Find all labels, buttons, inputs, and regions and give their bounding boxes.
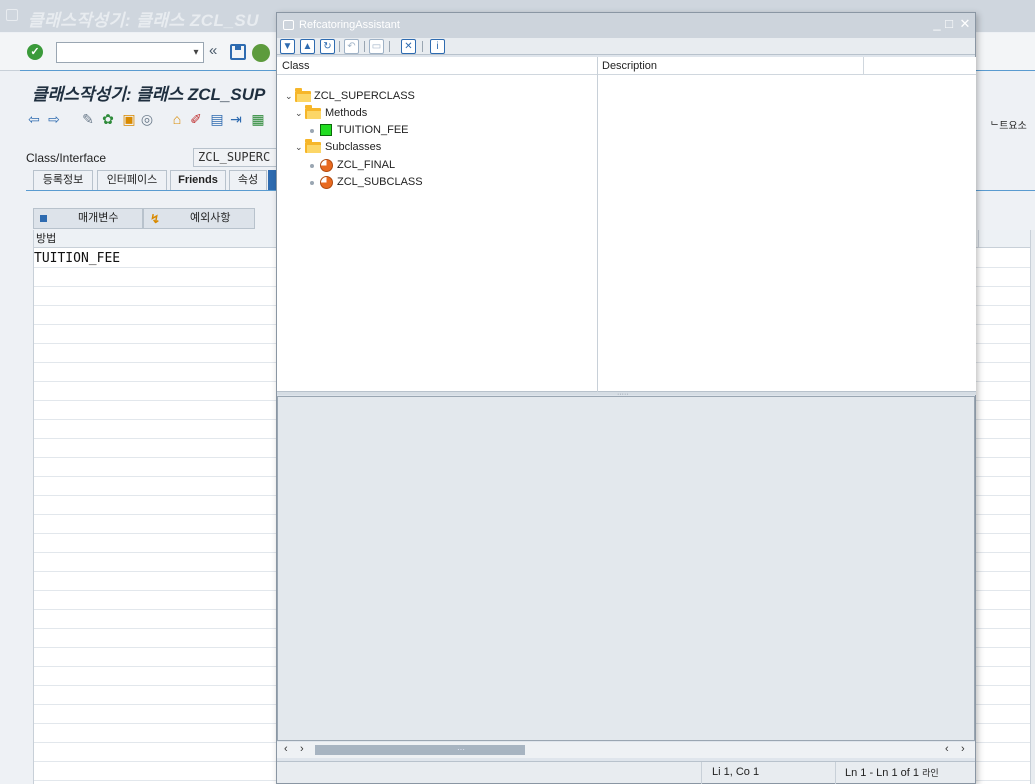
- folder-open-icon: [295, 88, 311, 102]
- chevron-down-icon[interactable]: ⌄: [295, 139, 305, 156]
- column-divider: [597, 57, 598, 392]
- tab-friends[interactable]: Friends: [170, 170, 226, 190]
- collapse-all-icon[interactable]: ▲: [300, 39, 315, 54]
- line-count-text: Ln 1 - Ln 1 of 1: [845, 767, 919, 779]
- scroll-right-icon[interactable]: ›: [300, 743, 304, 755]
- command-field[interactable]: [56, 42, 204, 63]
- column-divider: [863, 57, 864, 75]
- dialog-toolbar: ▼ ▲ ↻ ↶ ▭ ✕ i: [277, 38, 975, 55]
- pencil-icon[interactable]: ✐: [188, 111, 204, 127]
- parameters-icon: [40, 215, 47, 222]
- tab-properties[interactable]: 등록정보: [33, 170, 93, 190]
- divider: [835, 762, 836, 784]
- folder-open-icon: [305, 139, 321, 153]
- tab-attributes[interactable]: 속성: [229, 170, 267, 190]
- page-title: 클래스작성기: 클래스 ZCL_SUP: [32, 85, 266, 104]
- grip-icon: ···: [457, 745, 465, 754]
- back-arrow-icon[interactable]: ⇦: [26, 111, 42, 127]
- tree-node-label: Methods: [325, 107, 368, 119]
- scrollbar-thumb[interactable]: ···: [315, 745, 525, 755]
- exceptions-button[interactable]: ↯ 예외사항: [143, 208, 255, 229]
- column-header: [978, 230, 1035, 248]
- tree-node-label: ZCL_SUBCLASS: [337, 176, 423, 188]
- check-object-icon[interactable]: ✿: [100, 111, 116, 127]
- divider: [701, 762, 702, 784]
- activate-icon[interactable]: ▣: [121, 111, 137, 127]
- info-icon[interactable]: i: [430, 39, 445, 54]
- main-window-title: 클래스작성기: 클래스 ZCL_SU: [28, 11, 259, 30]
- dialog-title: RefcatoringAssistant: [299, 19, 400, 31]
- folder-open-icon: [305, 105, 321, 119]
- class-tree: Class Description ⌄ ZCL_SUPERCLASS ⌄ Met…: [277, 57, 976, 392]
- column-header-description[interactable]: Description: [602, 57, 657, 75]
- save-icon[interactable]: ▭: [369, 39, 384, 54]
- toolbar-separator: [364, 41, 365, 52]
- status-bar: Li 1, Co 1 Ln 1 - Ln 1 of 1 라인: [277, 761, 975, 784]
- window-icon: [283, 20, 294, 30]
- elements-label: ᄂ트요소: [990, 121, 1027, 132]
- tree-node-label: ZCL_FINAL: [337, 159, 396, 171]
- window-icon: [6, 9, 18, 21]
- toolbar-separator: [389, 41, 390, 52]
- tab-interfaces[interactable]: 인터페이스: [97, 170, 167, 190]
- dialog-title-bar[interactable]: RefcatoringAssistant _ □ ✕: [277, 13, 975, 38]
- column-header-method: 방법: [36, 233, 57, 245]
- cursor-position: Li 1, Co 1: [712, 766, 760, 778]
- forward-arrow-icon[interactable]: ⇨: [46, 111, 62, 127]
- display-object-icon[interactable]: ▤: [209, 111, 225, 127]
- tree-node-label: TUITION_FEE: [337, 124, 409, 136]
- bullet-icon: [310, 129, 314, 133]
- tree-header: Class Description: [277, 57, 976, 75]
- column-header-class[interactable]: Class: [282, 57, 310, 75]
- toolbar-separator: [422, 41, 423, 52]
- chevron-down-icon[interactable]: ⌄: [295, 105, 305, 122]
- chevron-down-icon[interactable]: ⌄: [285, 88, 295, 105]
- class-interface-field[interactable]: ZCL_SUPERC: [193, 148, 277, 167]
- method-buttons: 매개변수 ↯ 예외사항: [33, 208, 278, 229]
- scroll-left-icon[interactable]: ‹: [945, 743, 949, 755]
- refactoring-assistant-dialog: RefcatoringAssistant _ □ ✕ ▼ ▲ ↻ ↶ ▭ ✕ i…: [276, 12, 976, 784]
- transport-icon[interactable]: ⇥: [228, 111, 244, 127]
- where-used-icon[interactable]: ◎: [139, 111, 155, 127]
- parameters-button[interactable]: 매개변수: [33, 208, 143, 229]
- toolbar-separator: [339, 41, 340, 52]
- scroll-left-icon[interactable]: ‹: [284, 743, 288, 755]
- horizontal-scrollbar[interactable]: ‹ › ··· ‹ ›: [277, 742, 975, 758]
- parameters-label: 매개변수: [78, 212, 119, 224]
- hierarchy-icon[interactable]: ⌂: [169, 111, 185, 127]
- tree-node-label: Subclasses: [325, 141, 382, 153]
- method-icon: [320, 124, 332, 136]
- edit-toggle-icon[interactable]: ✎: [80, 111, 96, 127]
- class-interface-label: Class/Interface: [26, 151, 107, 165]
- refresh-icon[interactable]: ↻: [320, 39, 335, 54]
- vertical-scrollbar[interactable]: [1030, 230, 1035, 784]
- class-icon: [320, 176, 333, 189]
- tree-icon[interactable]: ▦: [250, 111, 266, 127]
- editor-pane[interactable]: [277, 396, 975, 741]
- scroll-right-icon[interactable]: ›: [961, 743, 965, 755]
- line-count-suffix: 라인: [922, 768, 939, 778]
- bullet-icon: [310, 181, 314, 185]
- class-icon: [320, 159, 333, 172]
- check-icon[interactable]: ✓: [27, 44, 43, 60]
- exception-icon: ↯: [150, 212, 161, 226]
- bullet-icon: [310, 164, 314, 168]
- maximize-icon[interactable]: □: [941, 16, 957, 32]
- line-count: Ln 1 - Ln 1 of 1 라인: [845, 766, 939, 779]
- expand-all-icon[interactable]: ▼: [280, 39, 295, 54]
- close-icon[interactable]: ✕: [401, 39, 416, 54]
- close-icon[interactable]: ✕: [957, 16, 973, 32]
- back-icon[interactable]: [252, 44, 270, 62]
- undo-icon[interactable]: ↶: [344, 39, 359, 54]
- save-icon[interactable]: [230, 44, 246, 60]
- exceptions-label: 예외사항: [190, 212, 231, 224]
- chevron-down-icon[interactable]: ▾: [188, 42, 204, 63]
- tree-node-label: ZCL_SUPERCLASS: [314, 90, 415, 102]
- collapse-icon[interactable]: «: [209, 42, 217, 59]
